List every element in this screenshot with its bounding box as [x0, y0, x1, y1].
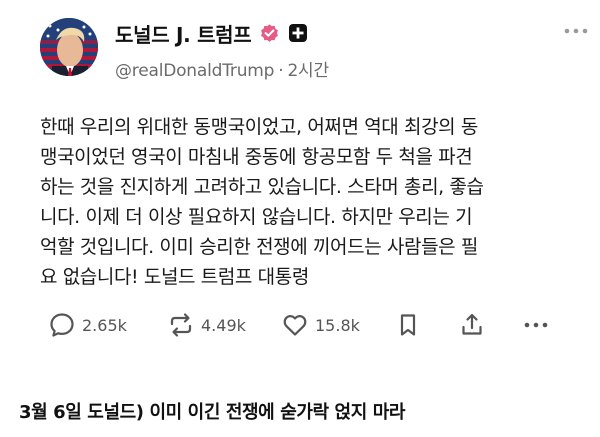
post-body-line: 하는 것을 진지하게 고려하고 있습니다. 스타머 총리, 좋습 — [40, 176, 484, 198]
more-horizontal-icon — [522, 311, 550, 339]
post-more-button[interactable] — [522, 311, 550, 339]
reply-count: 2.65k — [82, 315, 127, 335]
share-button[interactable] — [458, 311, 486, 339]
post-body-line: 니다. 이제 더 이상 필요하지 않습니다. 하지만 우리는 기 — [40, 206, 473, 228]
post-timestamp[interactable]: 2시간 — [287, 61, 329, 81]
meta-separator: · — [278, 61, 284, 81]
author-handle[interactable]: @realDonaldTrump — [115, 61, 274, 81]
comment-icon — [48, 311, 76, 339]
author-header: 도널드 J. 트럼프 — [115, 19, 308, 48]
image-caption: 3월 6일 도널드) 이미 이긴 전쟁에 숟가락 얹지 마라 — [19, 402, 406, 423]
like-button[interactable]: 15.8k — [281, 311, 360, 339]
author-display-name[interactable]: 도널드 J. 트럼프 — [115, 19, 252, 48]
post-actions: 2.65k 4.49k 15.8k — [40, 305, 580, 345]
post-body-line: 맹국이었던 영국이 마침내 중동에 항공모함 두 척을 파견 — [40, 146, 473, 168]
repost-icon — [167, 311, 195, 339]
share-icon — [458, 311, 486, 339]
more-horizontal-icon[interactable] — [563, 24, 589, 38]
verified-badge-icon — [259, 23, 280, 44]
like-count: 15.8k — [315, 315, 360, 335]
bookmark-icon — [394, 311, 422, 339]
author-meta: @realDonaldTrump · 2시간 — [115, 56, 329, 81]
heart-icon — [281, 311, 309, 339]
post-body-line: 한때 우리의 위대한 동맹국이었고, 어쩌면 역대 최강의 동 — [40, 116, 478, 138]
repost-count: 4.49k — [201, 315, 246, 335]
reply-button[interactable]: 2.65k — [48, 311, 127, 339]
repost-button[interactable]: 4.49k — [167, 311, 246, 339]
bookmark-button[interactable] — [394, 311, 422, 339]
avatar[interactable] — [40, 18, 98, 76]
truth-social-badge-icon — [288, 23, 308, 43]
post-body-line: 억할 것입니다. 이미 승리한 전쟁에 끼어드는 사람들은 필 — [40, 236, 478, 258]
post-card: 도널드 J. 트럼프 @realDonaldTrump · 2시간 한때 우리의 위… — [0, 0, 600, 372]
post-body-line: 요 없습니다! 도널드 트럼프 대통령 — [40, 266, 309, 288]
post-body: 한때 우리의 위대한 동맹국이었고, 어쩌면 역대 최강의 동 맹국이었던 영국… — [40, 112, 585, 292]
